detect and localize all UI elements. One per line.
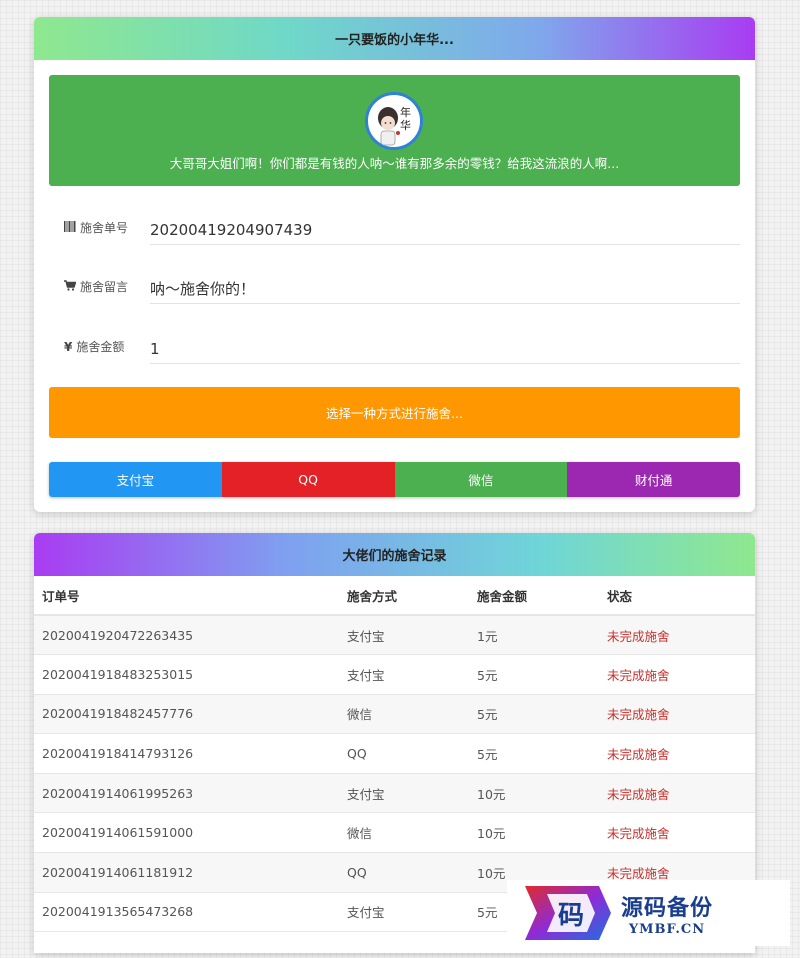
table-row: 2020041918414793126 QQ 5元 未完成施舍	[34, 733, 755, 774]
table-row: 2020041918482457776 微信 5元 未完成施舍	[34, 694, 755, 735]
row-status: 未完成施舍	[599, 812, 755, 854]
col-order-no: 订单号	[34, 576, 339, 616]
yen-icon: ¥	[64, 339, 73, 354]
row-amount: 5元	[469, 654, 599, 695]
avatar: 年 华	[365, 92, 423, 150]
row-method: QQ	[339, 733, 469, 774]
row-order-no: 2020041914061181912	[34, 852, 339, 893]
watermark: 码 源码备份 YMBF.CN	[507, 880, 790, 946]
pay-tenpay-button[interactable]: 财付通	[567, 462, 740, 497]
watermark-logo: 码	[525, 886, 611, 940]
order-no-label: 施舍单号	[80, 221, 129, 235]
table-row: 2020041914061591000 微信 10元 未完成施舍	[34, 812, 755, 854]
avatar-char-1: 年	[400, 105, 411, 119]
watermark-glyph: 码	[558, 901, 584, 931]
row-order-no: 2020041918483253015	[34, 654, 339, 695]
row-order-no: 2020041914061995263	[34, 773, 339, 814]
row-method: 支付宝	[339, 615, 469, 656]
message-field: 施舍留言	[49, 274, 740, 316]
row-status: 未完成施舍	[599, 773, 755, 814]
message-label: 施舍留言	[80, 280, 129, 294]
choose-method-button[interactable]: 选择一种方式进行施舍...	[49, 387, 740, 438]
row-order-no: 2020041920472263435	[34, 615, 339, 656]
watermark-cn: 源码备份	[621, 894, 714, 921]
row-status: 未完成施舍	[599, 615, 755, 656]
donate-banner: 年 华 大哥哥大姐们啊！你们都是有钱的人呐～谁有那多余的零钱？给我这流浪的人啊.…	[49, 75, 740, 186]
records-title: 大佬们的施舍记录	[34, 533, 755, 576]
row-method: 支付宝	[339, 654, 469, 695]
table-row: 2020041918483253015 支付宝 5元 未完成施舍	[34, 654, 755, 695]
row-status: 未完成施舍	[599, 654, 755, 695]
donate-card-title: 一只要饭的小年华...	[34, 17, 755, 60]
order-no-input[interactable]	[150, 215, 740, 245]
row-amount: 1元	[469, 615, 599, 656]
row-amount: 10元	[469, 812, 599, 854]
cart-icon	[64, 279, 77, 294]
row-method: 支付宝	[339, 892, 469, 933]
row-amount: 10元	[469, 773, 599, 814]
table-header-row: 订单号 施舍方式 施舍金额 状态	[34, 576, 755, 616]
row-method: QQ	[339, 852, 469, 893]
banner-message: 大哥哥大姐们啊！你们都是有钱的人呐～谁有那多余的零钱？给我这流浪的人啊...	[169, 156, 620, 171]
row-method: 支付宝	[339, 773, 469, 814]
avatar-illustration: 年 华	[378, 105, 411, 146]
row-method: 微信	[339, 694, 469, 735]
message-input[interactable]	[150, 274, 740, 304]
row-order-no: 2020041913565473268	[34, 892, 339, 933]
amount-input[interactable]	[150, 334, 740, 364]
col-status: 状态	[599, 576, 755, 616]
row-status: 未完成施舍	[599, 694, 755, 735]
amount-field: ¥ 施舍金额	[49, 334, 740, 376]
barcode-icon	[64, 220, 76, 235]
row-order-no: 2020041918414793126	[34, 733, 339, 774]
amount-label: 施舍金额	[76, 340, 125, 354]
order-no-field: 施舍单号	[49, 215, 740, 257]
pay-qq-button[interactable]: QQ	[221, 462, 395, 497]
row-status: 未完成施舍	[599, 733, 755, 774]
col-amount: 施舍金额	[469, 576, 599, 616]
donate-card: 一只要饭的小年华... 年 华 大哥哥大姐们啊！你们都是有钱的人呐～谁有那多余的…	[34, 17, 755, 512]
avatar-char-2: 华	[400, 118, 411, 132]
watermark-en: YMBF.CN	[628, 921, 706, 937]
row-order-no: 2020041914061591000	[34, 812, 339, 854]
row-amount: 5元	[469, 733, 599, 774]
pay-wechat-button[interactable]: 微信	[394, 462, 568, 497]
table-row: 2020041914061995263 支付宝 10元 未完成施舍	[34, 773, 755, 814]
row-method: 微信	[339, 812, 469, 854]
records-table: 订单号 施舍方式 施舍金额 状态 2020041920472263435 支付宝 1…	[34, 576, 755, 933]
table-row: 2020041920472263435 支付宝 1元 未完成施舍	[34, 615, 755, 656]
col-method: 施舍方式	[339, 576, 469, 616]
row-order-no: 2020041918482457776	[34, 694, 339, 735]
pay-alipay-button[interactable]: 支付宝	[49, 462, 222, 497]
row-amount: 5元	[469, 694, 599, 735]
pay-method-group: 支付宝 QQ 微信 财付通	[49, 462, 740, 497]
